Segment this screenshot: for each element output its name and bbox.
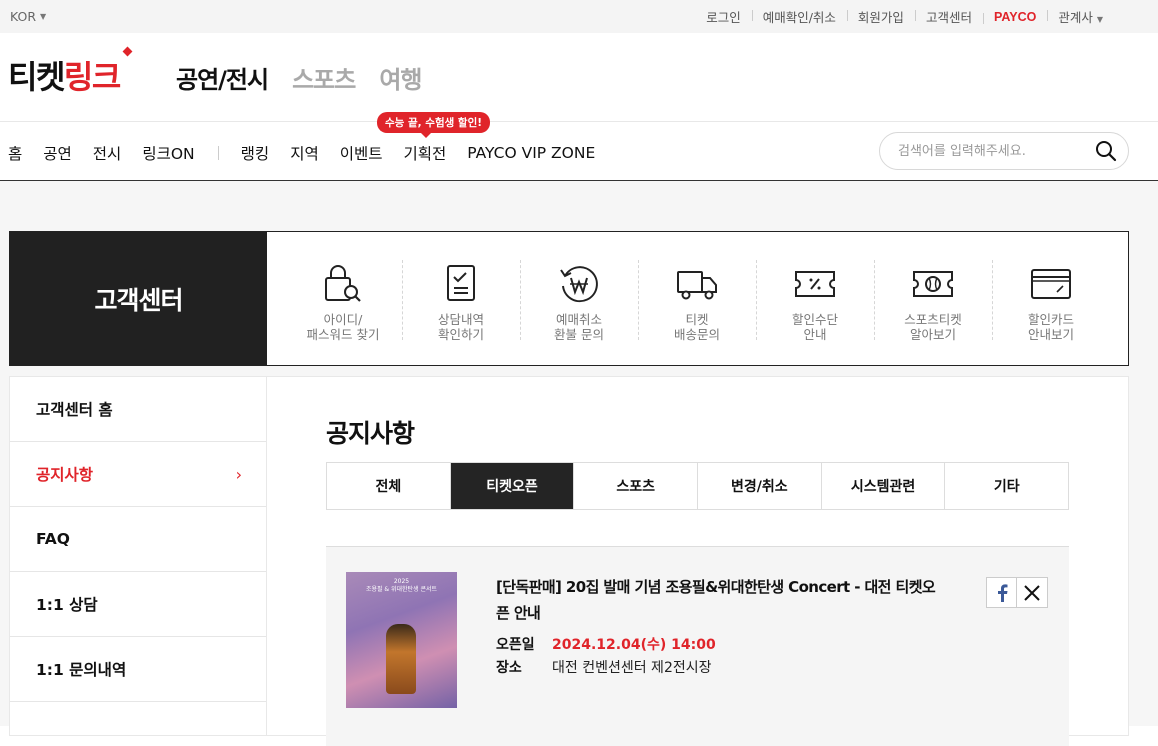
- tab-all[interactable]: 전체: [327, 463, 450, 509]
- open-date-row: 오픈일 2024.12.04(수) 14:00: [496, 634, 716, 654]
- partner-label: 관계사: [1058, 10, 1093, 25]
- share-buttons: [986, 577, 1048, 608]
- menu-link-on[interactable]: 링크ON: [142, 142, 194, 164]
- chevron-right-icon: ›: [235, 464, 242, 484]
- logo-text-black: 티켓: [8, 58, 65, 96]
- utility-bar: KOR ▼ 로그인 예매확인/취소 회원가입 고객센터 PAYCO 관계사 ▼: [0, 0, 1158, 33]
- sidebar-item-inquiry-history[interactable]: 1:1 문의내역: [10, 637, 266, 702]
- ticketlink-logo[interactable]: 티켓링크: [8, 46, 133, 98]
- menu-exhibition[interactable]: 전시: [93, 142, 122, 164]
- signup-link[interactable]: 회원가입: [846, 7, 915, 26]
- sidebar-item-label: 1:1 상담: [36, 596, 98, 614]
- checklist-icon: [447, 265, 475, 301]
- shortcut-label: 할인카드 안내보기: [1027, 312, 1074, 342]
- partner-dropdown[interactable]: 관계사 ▼: [1047, 7, 1114, 26]
- menu-separator: [217, 146, 219, 160]
- login-link[interactable]: 로그인: [695, 7, 752, 26]
- tab-ticket-open[interactable]: 티켓오픈: [449, 463, 574, 509]
- menu-ranking[interactable]: 랭킹: [241, 142, 270, 164]
- shortcut-label: 상담내역 확인하기: [437, 312, 484, 342]
- chevron-down-icon: ▼: [40, 12, 47, 21]
- tab-change-cancel[interactable]: 변경/취소: [697, 463, 821, 509]
- shortcut-consult-history[interactable]: 상담내역 확인하기: [402, 232, 520, 365]
- cs-sidebar: 고객센터 홈 공지사항 › FAQ 1:1 상담 1:1 문의내역: [10, 377, 267, 735]
- gnb-sports[interactable]: 스포츠: [292, 60, 356, 95]
- sidebar-item-cs-home[interactable]: 고객센터 홈: [10, 377, 266, 442]
- menu-exhibition-special[interactable]: 기획전: [404, 142, 447, 164]
- menu-performance[interactable]: 공연: [43, 142, 72, 164]
- customer-center-link[interactable]: 고객센터: [914, 7, 983, 26]
- sidebar-item-label: 공지사항: [36, 466, 94, 484]
- menu-home[interactable]: 홈: [8, 142, 22, 164]
- sports-ticket-icon: [913, 271, 953, 297]
- facebook-icon: [997, 583, 1007, 602]
- lock-search-icon: [325, 265, 361, 302]
- logo-text-red: 링크: [63, 58, 121, 96]
- x-icon: [1024, 584, 1040, 601]
- divider: [0, 121, 1158, 122]
- shortcut-label: 할인수단 안내: [791, 312, 838, 342]
- booking-check-link[interactable]: 예매확인/취소: [751, 7, 847, 26]
- shortcut-label: 티켓 배송문의: [673, 312, 720, 342]
- x-share-button[interactable]: [1017, 577, 1048, 608]
- discount-ticket-icon: [795, 271, 835, 297]
- shortcut-label: 예매취소 환불 문의: [554, 312, 604, 342]
- content-panel: 고객센터 홈 공지사항 › FAQ 1:1 상담 1:1 문의내역 공지사항 전체…: [9, 376, 1129, 746]
- notice-item[interactable]: 2025 조용필 & 위대한탄생 콘서트 [단독판매] 20집 발매 기념 조용필…: [326, 546, 1069, 746]
- language-label: KOR: [10, 9, 37, 24]
- shortcut-refund[interactable]: 예매취소 환불 문의: [520, 232, 638, 365]
- global-nav: 공연/전시 스포츠 여행: [176, 60, 423, 95]
- shortcut-discount-card[interactable]: 할인카드 안내보기: [992, 232, 1110, 365]
- notice-title[interactable]: [단독판매] 20집 발매 기념 조용필&위대한탄생 Concert - 대전 …: [496, 574, 946, 626]
- sidebar-item-label: 고객센터 홈: [36, 401, 113, 419]
- discount-card-icon: [1031, 269, 1071, 299]
- chevron-down-icon: ▼: [1096, 15, 1103, 24]
- search-icon[interactable]: [1094, 139, 1118, 163]
- cs-shortcuts: 아이디/패스워드 찾기 상담내역 확인하기 예매취소 환불 문의 티켓 배송문의 할인…: [267, 232, 1110, 365]
- poster-text: 2025 조용필 & 위대한탄생 콘서트: [365, 578, 438, 593]
- menu-region[interactable]: 지역: [290, 142, 319, 164]
- cs-header: 고객센터 아이디/패스워드 찾기 상담내역 확인하기 예매취소 환불 문의 티켓 배송…: [9, 231, 1129, 366]
- sidebar-item-label: 1:1 문의내역: [36, 661, 127, 679]
- shortcut-delivery[interactable]: 티켓 배송문의: [638, 232, 756, 365]
- gnb-travel[interactable]: 여행: [379, 60, 422, 95]
- venue-label: 장소: [496, 660, 522, 676]
- category-menu: 홈 공연 전시 링크ON 랭킹 지역 이벤트 기획전 PAYCO VIP ZON…: [8, 142, 616, 164]
- language-selector[interactable]: KOR ▼: [10, 9, 46, 24]
- sidebar-item-label: FAQ: [36, 530, 70, 548]
- menu-event[interactable]: 이벤트: [340, 142, 383, 164]
- menu-payco-vip-zone[interactable]: PAYCO VIP ZONE: [467, 144, 595, 162]
- shortcut-find-account[interactable]: 아이디/패스워드 찾기: [284, 232, 402, 365]
- promo-badge[interactable]: 수능 끝, 수험생 할인!: [377, 112, 491, 138]
- open-date-label: 오픈일: [496, 637, 535, 653]
- tab-etc[interactable]: 기타: [944, 463, 1068, 509]
- singer-figure: [386, 624, 416, 694]
- sidebar-item-faq[interactable]: FAQ: [10, 507, 266, 572]
- search-box: [879, 132, 1129, 170]
- sidebar-item-consult[interactable]: 1:1 상담: [10, 572, 266, 637]
- shortcut-sports-ticket[interactable]: 스포츠티켓 알아보기: [874, 232, 992, 365]
- search-input[interactable]: [898, 143, 1088, 159]
- refund-won-icon: [560, 266, 598, 303]
- gnb-performance[interactable]: 공연/전시: [176, 60, 269, 95]
- shortcut-label: 아이디/패스워드 찾기: [306, 312, 380, 342]
- facebook-share-button[interactable]: [986, 577, 1017, 608]
- concert-poster[interactable]: 2025 조용필 & 위대한탄생 콘서트: [346, 572, 457, 708]
- tab-system[interactable]: 시스템관련: [820, 463, 945, 509]
- shortcut-label: 스포츠티켓 알아보기: [904, 312, 962, 342]
- venue-value: 대전 컨벤션센터 제2전시장: [552, 660, 712, 676]
- open-date-value: 2024.12.04(수) 14:00: [552, 637, 716, 653]
- page-title: 공지사항: [326, 419, 415, 448]
- utility-links: 로그인 예매확인/취소 회원가입 고객센터 PAYCO 관계사 ▼: [695, 7, 1148, 26]
- sidebar-item-notice[interactable]: 공지사항 ›: [10, 442, 266, 507]
- delivery-truck-icon: [677, 271, 717, 300]
- logo-diamond-mark: [122, 46, 133, 57]
- venue-row: 장소 대전 컨벤션센터 제2전시장: [496, 657, 712, 677]
- cs-title: 고객센터: [10, 232, 267, 365]
- shortcut-discount[interactable]: 할인수단 안내: [756, 232, 874, 365]
- payco-link[interactable]: PAYCO: [982, 10, 1047, 24]
- notice-tabs: 전체 티켓오픈 스포츠 변경/취소 시스템관련 기타: [326, 462, 1069, 510]
- tab-sports[interactable]: 스포츠: [573, 463, 697, 509]
